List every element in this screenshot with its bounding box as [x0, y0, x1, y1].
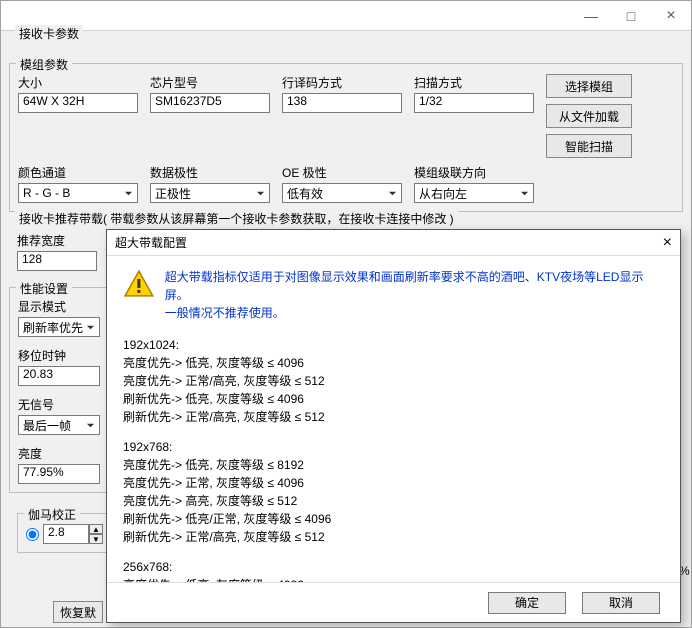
modal-close-button[interactable]: × — [663, 234, 672, 252]
spec-line: 刷新优先-> 低亮, 灰度等级 ≤ 4096 — [123, 390, 664, 408]
color-label: 颜色通道 — [18, 164, 138, 181]
cancel-button[interactable]: 取消 — [582, 592, 660, 614]
card-title-group: 接收卡参数 — [9, 33, 683, 51]
gamma-input[interactable]: 2.8 — [43, 524, 89, 544]
modal-footer: 确定 取消 — [107, 582, 680, 622]
gamma-group: 伽马校正 2.8 ▲ ▼ — [17, 513, 117, 553]
decode-input[interactable]: 138 — [282, 93, 402, 113]
titlebar: — □ × — [1, 1, 691, 31]
chip-label: 芯片型号 — [150, 74, 270, 91]
display-mode-value: 刷新率优先 — [23, 319, 83, 336]
spec-line: 刷新优先-> 正常/高亮, 灰度等级 ≤ 512 — [123, 528, 664, 546]
card-title: 接收卡参数 — [15, 25, 83, 42]
spec-256x768: 256x768: 亮度优先-> 低亮, 灰度等级 ≤ 4096 亮度优先-> 正… — [123, 558, 664, 582]
oe-value: 低有效 — [287, 185, 323, 202]
modal-title: 超大带载配置 — [115, 234, 187, 251]
chevron-down-icon — [86, 323, 95, 332]
maximize-button[interactable]: □ — [611, 1, 651, 31]
smart-scan-button[interactable]: 智能扫描 — [546, 134, 632, 158]
polarity-label: 数据极性 — [150, 164, 270, 181]
oversize-config-modal: 超大带载配置 × 超大带载指标仅适用于对图像显示效果和画面刷新率要求不高的酒吧、… — [106, 229, 681, 623]
brightness-input[interactable]: 77.95% — [18, 464, 100, 484]
main-window: — □ × 接收卡参数 模组参数 大小 64W X 32H 芯片型号 SM162… — [0, 0, 692, 628]
chevron-down-icon — [388, 189, 397, 198]
width-input[interactable]: 128 — [17, 251, 97, 271]
spec-head: 192x768: — [123, 438, 664, 456]
spec-line: 亮度优先-> 低亮, 灰度等级 ≤ 4096 — [123, 354, 664, 372]
chevron-down-icon — [86, 421, 95, 430]
scan-label: 扫描方式 — [414, 74, 534, 91]
close-button[interactable]: × — [651, 1, 691, 31]
spec-line: 亮度优先-> 低亮, 灰度等级 ≤ 8192 — [123, 456, 664, 474]
nosignal-label: 无信号 — [18, 396, 100, 413]
width-label: 推荐宽度 — [17, 232, 97, 249]
warning-line1: 超大带载指标仅适用于对图像显示效果和画面刷新率要求不高的酒吧、KTV夜场等LED… — [165, 268, 664, 304]
oe-select[interactable]: 低有效 — [282, 183, 402, 203]
perf-group: 性能设置 显示模式 刷新率优先 移位时钟 20.83 无信号 最后一帧 亮度 7… — [9, 287, 109, 493]
select-module-button[interactable]: 选择模组 — [546, 74, 632, 98]
perf-legend: 性能设置 — [16, 280, 72, 297]
ok-button[interactable]: 确定 — [488, 592, 566, 614]
warning-text: 超大带载指标仅适用于对图像显示效果和画面刷新率要求不高的酒吧、KTV夜场等LED… — [165, 268, 664, 322]
load-from-file-button[interactable]: 从文件加载 — [546, 104, 632, 128]
restore-defaults-button[interactable]: 恢复默 — [53, 601, 103, 623]
modal-titlebar: 超大带载配置 × — [107, 230, 680, 256]
spec-192x768: 192x768: 亮度优先-> 低亮, 灰度等级 ≤ 8192 亮度优先-> 正… — [123, 438, 664, 546]
cascade-label: 模组级联方向 — [414, 164, 534, 181]
chevron-down-icon — [124, 189, 133, 198]
shift-clock-label: 移位时钟 — [18, 347, 100, 364]
spec-192x1024: 192x1024: 亮度优先-> 低亮, 灰度等级 ≤ 4096 亮度优先-> … — [123, 336, 664, 426]
display-mode-select[interactable]: 刷新率优先 — [18, 317, 100, 337]
nosignal-select[interactable]: 最后一帧 — [18, 415, 100, 435]
spec-head: 256x768: — [123, 558, 664, 576]
decode-label: 行译码方式 — [282, 74, 402, 91]
display-mode-label: 显示模式 — [18, 298, 100, 315]
module-group: 模组参数 大小 64W X 32H 芯片型号 SM16237D5 行译码方式 1… — [9, 63, 683, 212]
size-label: 大小 — [18, 74, 138, 91]
gamma-legend: 伽马校正 — [24, 506, 80, 523]
chevron-down-icon — [520, 189, 529, 198]
brightness-label: 亮度 — [18, 445, 100, 462]
polarity-select[interactable]: 正极性 — [150, 183, 270, 203]
warning-icon — [123, 268, 155, 300]
color-value: R - G - B — [23, 186, 70, 200]
gamma-spin-down[interactable]: ▼ — [89, 534, 103, 544]
gamma-radio[interactable] — [26, 528, 39, 541]
spec-line: 亮度优先-> 高亮, 灰度等级 ≤ 512 — [123, 492, 664, 510]
spec-line: 刷新优先-> 低亮/正常, 灰度等级 ≤ 4096 — [123, 510, 664, 528]
oe-label: OE 极性 — [282, 164, 402, 181]
cascade-value: 从右向左 — [419, 185, 467, 202]
spec-line: 刷新优先-> 正常/高亮, 灰度等级 ≤ 512 — [123, 408, 664, 426]
chevron-down-icon — [256, 189, 265, 198]
nosignal-value: 最后一帧 — [23, 417, 71, 434]
modal-body: 超大带载指标仅适用于对图像显示效果和画面刷新率要求不高的酒吧、KTV夜场等LED… — [107, 256, 680, 582]
cascade-select[interactable]: 从右向左 — [414, 183, 534, 203]
warning-line2: 一般情况不推荐使用。 — [165, 304, 664, 322]
polarity-value: 正极性 — [155, 185, 191, 202]
spec-line: 亮度优先-> 正常, 灰度等级 ≤ 4096 — [123, 474, 664, 492]
minimize-button[interactable]: — — [571, 1, 611, 31]
capacity-legend: 接收卡推荐带载( 带载参数从该屏幕第一个接收卡参数获取，在接收卡连接中修改 ) — [15, 210, 458, 227]
size-input[interactable]: 64W X 32H — [18, 93, 138, 113]
scan-input[interactable]: 1/32 — [414, 93, 534, 113]
shift-clock-input[interactable]: 20.83 — [18, 366, 100, 386]
gamma-spin-up[interactable]: ▲ — [89, 524, 103, 534]
chip-input[interactable]: SM16237D5 — [150, 93, 270, 113]
color-select[interactable]: R - G - B — [18, 183, 138, 203]
module-legend: 模组参数 — [16, 56, 72, 73]
spec-head: 192x1024: — [123, 336, 664, 354]
spec-line: 亮度优先-> 正常/高亮, 灰度等级 ≤ 512 — [123, 372, 664, 390]
